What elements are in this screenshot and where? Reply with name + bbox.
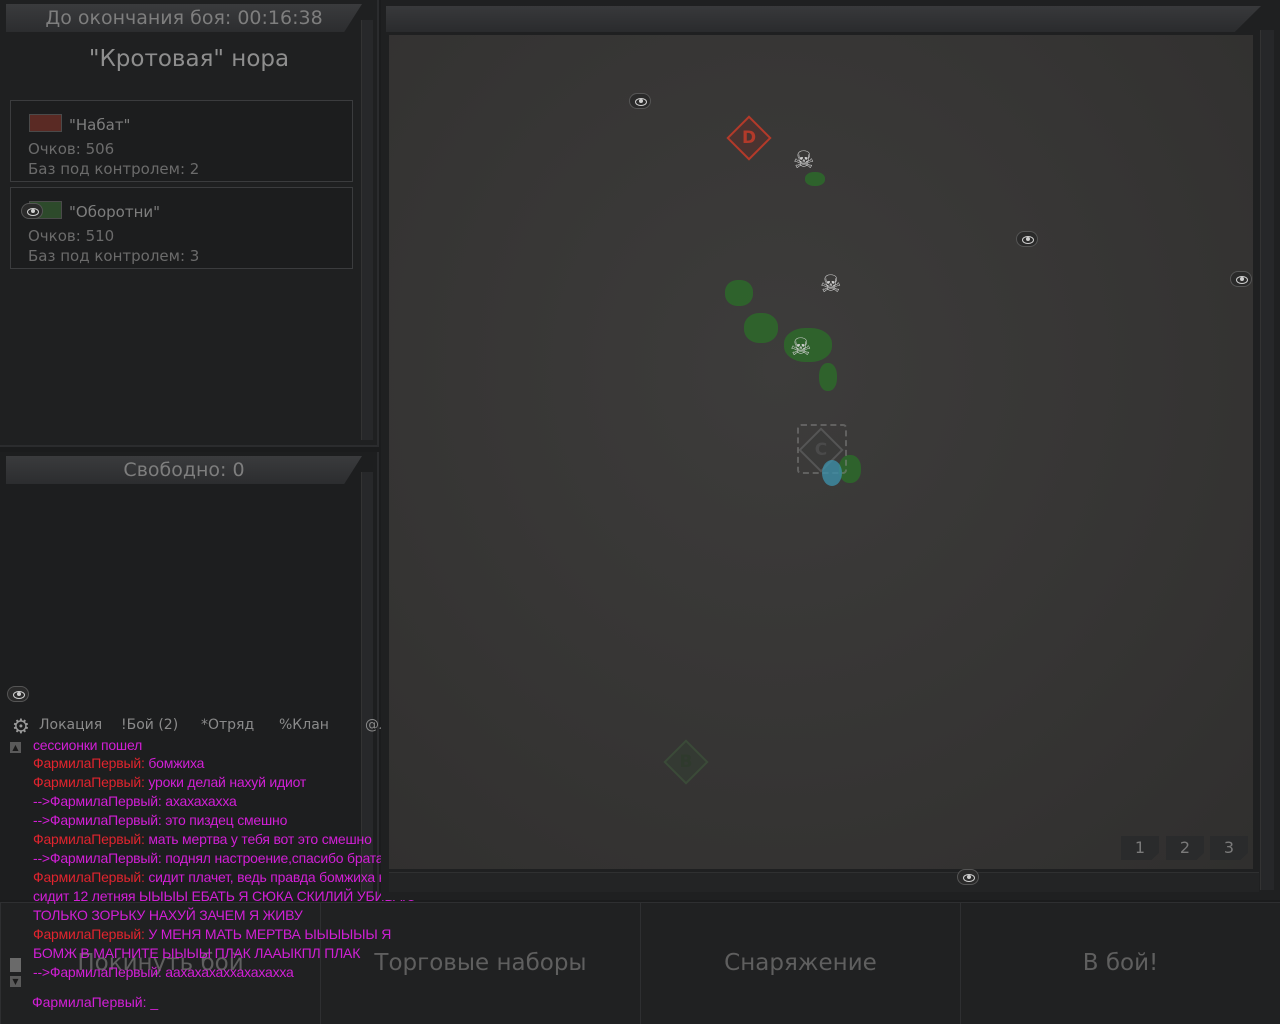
battle-info-scrollbar[interactable] — [361, 20, 373, 440]
terrain-patch — [725, 280, 753, 306]
skull-icon: ☠ — [790, 333, 812, 361]
chat-nick[interactable]: ФармилаПервый: — [33, 926, 145, 942]
chat-line: ТОЛЬКО ЗОРЬКУ НАХУЙ ЗАЧЕМ Я ЖИВУ — [33, 906, 463, 925]
terrain-patch — [819, 363, 837, 391]
chat-message: сидит 12 летняя ЫЫЫЫ ЕБАТЬ Я СЮКА СКИЛИЙ… — [33, 888, 417, 904]
chat-nick[interactable]: ФармилаПервый: — [33, 831, 145, 847]
team-score: Очков: 506 — [28, 140, 115, 158]
skull-icon: ☠ — [820, 270, 842, 298]
chat-tabs: ⚙ Локация !Бой (2) *Отряд %Клан @ЛС — [10, 712, 410, 740]
team-bases: Баз под контролем: 2 — [28, 160, 200, 178]
tab-battle[interactable]: !Бой (2) — [121, 717, 178, 733]
base-label-b: B — [679, 752, 693, 772]
eye-icon[interactable] — [1230, 271, 1252, 287]
tab-location[interactable]: Локация — [39, 717, 102, 733]
team-color-swatch — [29, 114, 62, 132]
chat-message: -->ФармилаПервый: поднял настроение,спас… — [33, 850, 391, 866]
battle-info-panel: До окончания боя: 00:16:38 "Кротовая" но… — [0, 0, 379, 447]
team-score: Очков: 510 — [28, 227, 115, 245]
chat-message: мать мертва у тебя вот это смешно — [144, 831, 372, 847]
map-header-bar — [386, 6, 1261, 32]
free-slots-header: Свободно: 0 — [6, 456, 362, 484]
battle-map[interactable]: ☠ ☠ ☠ D C B 1 2 3 — [389, 35, 1253, 869]
equipment-button[interactable]: Снаряжение — [640, 902, 960, 1024]
chat-nick[interactable]: ФармилаПервый: — [33, 774, 145, 790]
chat-nick[interactable]: ФармилаПервый: — [33, 869, 145, 885]
chat-message: -->ФармилаПервый: ахахахахха — [33, 793, 237, 809]
chat-message: бомжиха — [144, 755, 205, 771]
chat-message: сидит плачет, ведь правда бомжиха нахуй — [144, 869, 416, 885]
chat-eye-icon[interactable] — [7, 686, 29, 702]
terrain-patch — [744, 313, 778, 343]
eye-icon[interactable] — [21, 203, 43, 219]
chat-message: -->ФармилаПервый: это пиздец смешно — [33, 812, 288, 828]
chat-input[interactable]: ФармилаПервый: _ — [32, 994, 158, 1010]
chat-message: уроки делай нахуй идиот — [144, 774, 307, 790]
tab-clan[interactable]: %Клан — [279, 717, 329, 733]
map-bottom-bar — [389, 872, 1259, 892]
chat-line: ФармилаПервый: У МЕНЯ МАТЬ МЕРТВА ЫЫЫЫЫЫ… — [33, 925, 463, 944]
chat-scroll-thumb[interactable] — [10, 958, 21, 972]
terrain-patch — [805, 172, 825, 186]
chat-message: сессионки пошел — [33, 740, 143, 753]
chat-message: -->ФармилаПервый: аахахахаххахахахха — [33, 964, 294, 980]
chat-message: У МЕНЯ МАТЬ МЕРТВА ЫЫЫЫЫЫ Я — [144, 926, 392, 942]
tab-squad[interactable]: *Отряд — [201, 717, 254, 733]
map-scrollbar[interactable] — [1260, 30, 1274, 890]
team-card-oborotni: "Оборотни" Очков: 510 Баз под контролем:… — [10, 187, 353, 269]
map-page-2-button[interactable]: 2 — [1166, 836, 1204, 860]
chat-scroll-down-icon[interactable]: ▼ — [10, 976, 21, 987]
to-battle-button[interactable]: В бой! — [960, 902, 1280, 1024]
team-card-nabat: "Набат" Очков: 506 Баз под контролем: 2 — [10, 100, 353, 182]
team-name: "Оборотни" — [69, 203, 161, 221]
map-page-3-button[interactable]: 3 — [1210, 836, 1248, 860]
base-label-d: D — [741, 128, 757, 148]
map-page-1-button[interactable]: 1 — [1121, 836, 1159, 860]
chat-message: ТОЛЬКО ЗОРЬКУ НАХУЙ ЗАЧЕМ Я ЖИВУ — [33, 907, 303, 923]
player-marker-icon — [822, 460, 842, 486]
battle-timer: До окончания боя: 00:16:38 — [6, 4, 362, 32]
chat-scroll-up-icon[interactable]: ▲ — [10, 742, 21, 753]
eye-icon[interactable] — [629, 93, 651, 109]
chat-message: БОМЖ В МАГНИТЕ ЫЫЫЫ ПЛАК ЛААЫКПЛ ПЛАК — [33, 945, 361, 961]
gear-icon[interactable]: ⚙ — [12, 714, 30, 738]
team-bases: Баз под контролем: 3 — [28, 247, 200, 265]
chat-nick[interactable]: ФармилаПервый: — [33, 755, 145, 771]
eye-icon[interactable] — [957, 869, 979, 885]
skull-icon: ☠ — [793, 146, 815, 174]
chat-line: БОМЖ В МАГНИТЕ ЫЫЫЫ ПЛАК ЛААЫКПЛ ПЛАК — [33, 944, 463, 963]
team-name: "Набат" — [69, 116, 131, 134]
chat-line: -->ФармилаПервый: аахахахаххахахахха — [33, 963, 463, 982]
location-title: "Кротовая" нора — [88, 46, 290, 72]
eye-icon[interactable] — [1016, 231, 1038, 247]
